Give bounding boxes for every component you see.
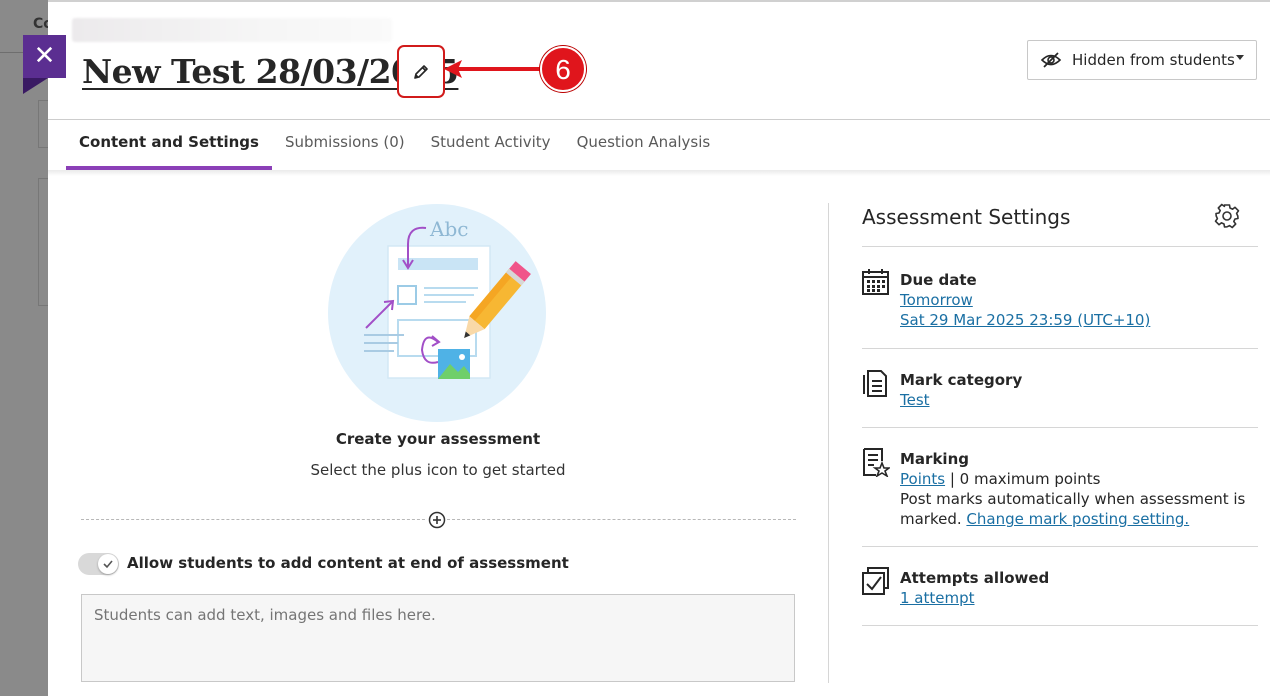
checkbox-stack-icon xyxy=(862,567,889,595)
due-date-relative-link[interactable]: Tomorrow xyxy=(900,291,973,309)
mark-category-label: Mark category xyxy=(900,371,1023,389)
document-icon xyxy=(863,370,887,397)
close-panel-button[interactable]: ✕ xyxy=(23,35,66,78)
due-date-setting: Due date Tomorrow Sat 29 Mar 2025 23:59 … xyxy=(862,268,1258,338)
toggle-knob xyxy=(98,554,118,574)
blurred-breadcrumb xyxy=(72,18,392,42)
allow-student-content-toggle[interactable] xyxy=(78,553,119,575)
due-date-label: Due date xyxy=(900,271,977,289)
callout-arrow xyxy=(444,60,548,78)
chevron-down-icon xyxy=(1236,55,1244,60)
close-button-tail xyxy=(23,78,48,94)
due-date-absolute-link[interactable]: Sat 29 Mar 2025 23:59 (UTC+10) xyxy=(900,311,1150,329)
tab-content-and-settings[interactable]: Content and Settings xyxy=(66,120,272,170)
edit-title-button[interactable] xyxy=(397,45,445,98)
checkmark-icon xyxy=(103,560,113,569)
settings-divider xyxy=(862,625,1258,626)
create-assessment-heading: Create your assessment xyxy=(335,430,541,448)
callout-badge: 6 xyxy=(540,46,586,92)
create-assessment-illustration: Abc xyxy=(328,204,546,422)
attempts-link[interactable]: 1 attempt xyxy=(900,589,975,607)
settings-divider xyxy=(862,348,1258,349)
pencil-icon xyxy=(414,64,428,79)
settings-divider xyxy=(862,427,1258,428)
settings-divider xyxy=(862,546,1258,547)
student-content-input[interactable] xyxy=(81,594,795,682)
illustration-text: Abc xyxy=(429,217,468,241)
gear-icon[interactable] xyxy=(1213,202,1241,230)
change-mark-posting-link[interactable]: Change mark posting setting. xyxy=(966,510,1189,528)
tab-question-analysis[interactable]: Question Analysis xyxy=(564,120,724,170)
max-points-text: | 0 maximum points xyxy=(949,470,1101,488)
marking-icon xyxy=(863,448,890,477)
visibility-dropdown[interactable]: Hidden from students xyxy=(1027,40,1257,80)
calendar-icon xyxy=(862,269,889,295)
add-content-button[interactable] xyxy=(427,510,447,530)
column-divider xyxy=(828,203,829,683)
tab-submissions[interactable]: Submissions (0) xyxy=(272,120,418,170)
tab-bar: Content and Settings Submissions (0) Stu… xyxy=(66,120,723,170)
visibility-label: Hidden from students xyxy=(1072,51,1235,69)
mark-category-link[interactable]: Test xyxy=(900,391,930,409)
marking-setting: Marking Points | 0 maximum points Post m… xyxy=(862,447,1258,533)
create-assessment-subheading: Select the plus icon to get started xyxy=(310,461,566,479)
tab-bar-shadow xyxy=(48,170,1270,176)
mark-category-setting: Mark category Test xyxy=(862,368,1258,412)
assessment-settings-title: Assessment Settings xyxy=(862,205,1071,229)
marking-label: Marking xyxy=(900,450,969,468)
close-icon: ✕ xyxy=(33,41,56,71)
tab-student-activity[interactable]: Student Activity xyxy=(418,120,564,170)
allow-student-content-label: Allow students to add content at end of … xyxy=(127,554,569,572)
attempts-label: Attempts allowed xyxy=(900,569,1050,587)
settings-title-rule xyxy=(862,246,1258,247)
attempts-setting: Attempts allowed 1 attempt xyxy=(862,566,1258,610)
marking-points-link[interactable]: Points xyxy=(900,470,945,488)
eye-slash-icon xyxy=(1040,52,1062,68)
